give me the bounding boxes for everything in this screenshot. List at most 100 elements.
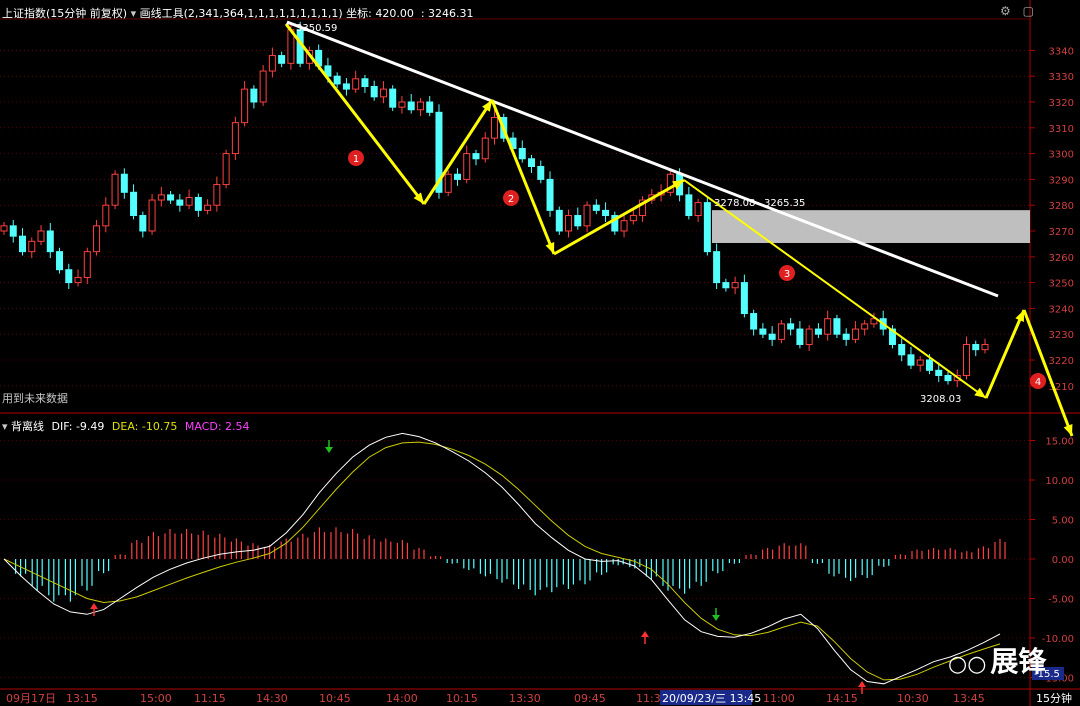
dif-label: DIF: [51,420,73,433]
drawing-tool-icon[interactable]: ▾ [131,7,137,20]
time-tick-label: 13:15 [66,692,98,705]
candle-down [278,55,286,64]
candle-down [46,230,54,253]
zigzag-segment [1022,309,1074,437]
candle-down [814,328,822,335]
macd-header: ▾ 背离线 DIF: -9.49 DEA: -10.75 MACD: 2.54 [2,418,250,434]
candle-up [981,344,989,351]
zigzag-segment [284,23,426,205]
candle-up [74,276,82,284]
gear-icon[interactable]: ⚙ [1000,4,1011,18]
candle-up [851,328,859,340]
time-tick-label: 13:45 [953,692,985,705]
candle-down [796,328,804,346]
candle-up [102,204,110,227]
candle-down [65,269,73,284]
time-tick-label: 13:30 [509,692,541,705]
candle-up [444,173,452,193]
golden-cross-arrowhead [858,681,866,687]
candle-down [555,209,563,232]
zigzag-arrowhead [545,242,555,254]
candle-up [565,215,573,232]
candle-up [28,240,36,253]
stock-chart-canvas[interactable]: 3210322032303240325032603270328032903300… [0,0,1080,706]
candle-up [111,173,119,206]
drawing-tool-label[interactable]: 画线工具 [140,7,184,20]
time-tick-label: 09月17日 [6,692,56,705]
candle-down [528,158,536,167]
chart-title: 上证指数(15分钟 前复权) [2,7,128,20]
coord-label: 坐标: [346,7,372,20]
candle-down [925,359,933,371]
candle-up [805,328,813,346]
time-tick-label: 14:30 [256,692,288,705]
candle-down [546,178,554,211]
wechat-icon: ○○ [948,652,987,677]
macd-indicator-name[interactable]: 背离线 [11,420,44,433]
candle-up [620,220,628,232]
candle-up [268,55,276,72]
candle-down [130,191,138,217]
candle-down [453,173,461,180]
zigzag-arrowhead [1063,424,1073,436]
expand-icon[interactable]: ▢ [1023,4,1034,18]
candle-down [750,313,758,330]
candle-up [241,88,249,124]
candle-up [583,204,591,227]
macd-tick-label: 0.00 [1052,555,1074,566]
macd-label: MACD: [184,420,222,433]
candle-up [481,137,489,160]
candle-down [120,173,128,193]
macd-menu-icon[interactable]: ▾ [2,420,8,433]
macd-value: 2.54 [225,420,250,433]
macd-tick-label: 5.00 [1052,516,1074,527]
time-tick-label: 15:00 [140,692,172,705]
candle-down [333,75,341,85]
candle-up [157,194,165,201]
candle-down [842,333,850,340]
candle-down [361,78,369,88]
candle-down [833,318,841,335]
price-tick-label: 3340 [1049,46,1074,57]
candle-up [731,282,739,289]
candle-up [777,323,785,340]
golden-cross-arrowhead [90,603,98,609]
macd-tick-label: 10.00 [1045,476,1074,487]
price-tick-label: 3270 [1049,227,1074,238]
candle-down [9,225,17,237]
candle-down [194,196,202,211]
macd-tick-label: -10.00 [1042,634,1074,645]
candle-down [56,251,64,271]
candle-up [416,101,424,111]
candle-down [167,194,175,201]
candle-down [250,88,258,103]
price-tick-label: 3330 [1049,72,1074,83]
candle-up [694,202,702,217]
chart-window: 3210 3220 3230 3240 3250 3260 3270 3280 3290 3300… [0,0,1080,706]
time-tick-label: 14:00 [386,692,418,705]
dea-label: DEA: [111,420,139,433]
zigzag-arrowhead [974,387,986,398]
price-tick-label: 3240 [1049,304,1074,315]
time-tick-label: 10:45 [319,692,351,705]
candle-down [740,282,748,315]
time-tick-label: 11:00 [763,692,795,705]
zigzag-segment [490,99,556,255]
coord-value: 420.00 [375,7,414,20]
candle-down [574,215,582,227]
candle-up [37,230,45,242]
time-tick-label: 09:45 [574,692,606,705]
golden-cross-arrowhead [641,631,649,637]
candle-up [231,122,239,155]
candle-down [972,344,980,351]
candle-down [602,209,610,217]
time-tick-label: 10:15 [446,692,478,705]
candle-up [352,78,360,90]
price-tick-label: 3250 [1049,279,1074,290]
candle-down [768,333,776,340]
watermark-text: 展锋 [990,645,1047,678]
chart-header: 上证指数(15分钟 前复权) ▾ 画线工具(2,341,364,1,1,1,1,… [2,5,474,21]
time-tick-label: 11:15 [194,692,226,705]
candle-down [537,166,545,180]
candle-down [176,199,184,206]
